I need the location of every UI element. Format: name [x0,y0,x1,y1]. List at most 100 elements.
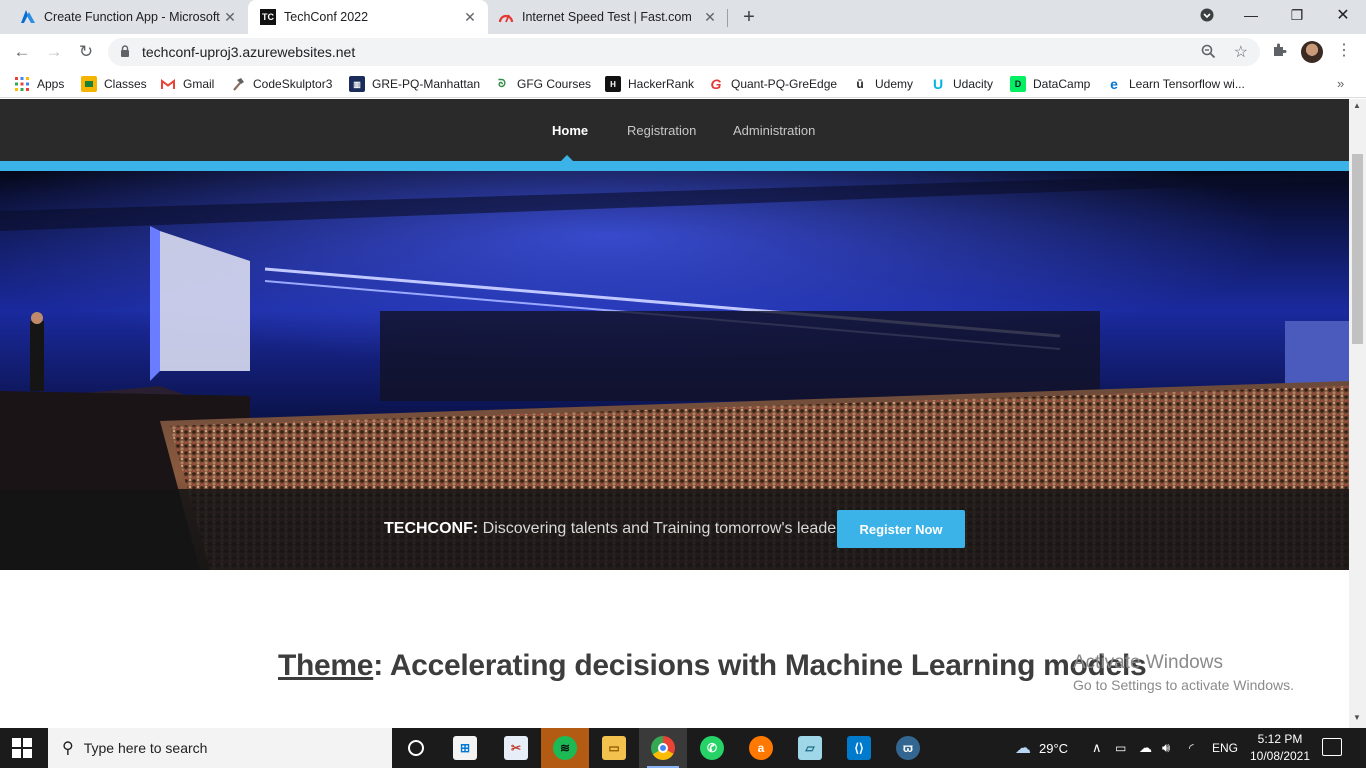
language-indicator[interactable]: ENG [1212,728,1238,768]
page-viewport: Home Registration Administration TECHCON… [0,99,1349,728]
wifi-icon[interactable]: ◜ [1189,728,1194,768]
taskbar-avast[interactable]: a [737,728,785,768]
weather-temp: 29°C [1039,740,1069,756]
tab-title: Create Function App - Microsoft [44,10,220,24]
browser-menu-icon[interactable]: ⋮ [1336,40,1352,60]
zoom-icon[interactable] [1201,44,1216,62]
tray-chevron-icon[interactable]: ∧ [1092,728,1102,768]
extensions-puzzle-icon[interactable] [1272,42,1288,62]
nav-registration[interactable]: Registration [627,123,696,138]
scroll-down-icon[interactable]: ▼ [1353,713,1361,722]
hammer-icon [230,76,246,92]
bookmark-label: DataCamp [1033,77,1091,91]
store-icon: ⊞ [453,736,477,760]
nav-home[interactable]: Home [552,123,588,138]
restore-button[interactable]: ❐ [1274,0,1320,30]
bookmark-gmail[interactable]: Gmail [160,75,214,93]
bookmark-gre-manhattan[interactable]: ▥ GRE-PQ-Manhattan [349,75,480,93]
accent-bar [0,161,1349,171]
scrollbar-thumb[interactable] [1352,154,1363,344]
bookmark-label: Apps [37,77,65,91]
tab-techconf[interactable]: TC TechConf 2022 ✕ [248,0,488,34]
tab-create-function-app[interactable]: Create Function App - Microsoft ✕ [0,0,248,34]
taskbar-snip[interactable]: ✂ [492,728,540,768]
close-tab-icon[interactable]: ✕ [702,9,718,25]
new-tab-button[interactable]: + [737,5,761,29]
windows-start-icon[interactable] [12,738,32,758]
taskbar-clock[interactable]: 5:12 PM 10/08/2021 [1244,731,1316,765]
hero-banner: TECHCONF: Discovering talents and Traini… [0,489,1349,570]
onedrive-cloud-icon[interactable]: ☁ [1139,728,1152,768]
minimize-button[interactable]: — [1228,0,1274,30]
bookmark-label: Udacity [953,77,994,91]
forward-button[interactable]: → [40,38,68,66]
tab-fast-com[interactable]: Internet Speed Test | Fast.com ✕ [488,0,728,34]
taskbar-postgres[interactable]: ϖ [884,728,932,768]
task-view-button[interactable] [392,728,440,768]
close-window-button[interactable]: ✕ [1320,0,1366,30]
bookmarks-overflow-icon[interactable]: » [1337,76,1344,91]
postgres-elephant-icon: ϖ [896,736,920,760]
bookmark-learn-tensorflow[interactable]: e Learn Tensorflow wi... [1106,75,1245,93]
notes-icon: ▱ [798,736,822,760]
bookmark-label: GFG Courses [517,77,592,91]
bookmark-label: Learn Tensorflow wi... [1129,77,1245,91]
bookmark-greedge[interactable]: G Quant-PQ-GreEdge [708,75,838,93]
bookmark-gfg[interactable]: ᘐ GFG Courses [494,75,591,93]
lock-icon[interactable] [120,44,132,60]
bookmark-datacamp[interactable]: D DataCamp [1010,75,1090,93]
bookmark-udemy[interactable]: ū Udemy [852,75,913,93]
bookmark-label: Classes [104,77,147,91]
back-button[interactable]: ← [8,38,36,66]
page-scrollbar[interactable]: ▲ ▼ [1349,99,1366,728]
bookmark-codeskulptor[interactable]: CodeSkulptor3 [230,75,332,93]
volume-icon[interactable]: 🔊︎ [1162,728,1170,768]
register-now-button[interactable]: Register Now [837,510,965,548]
udacity-icon: U [932,76,944,92]
gmail-icon [160,76,176,92]
bookmark-label: Quant-PQ-GreEdge [731,77,838,91]
clock-date: 10/08/2021 [1249,749,1311,763]
bookmark-star-icon[interactable]: ☆ [1234,42,1248,62]
reload-button[interactable]: ↻ [72,38,100,66]
browser-toolbar: ← → ↻ techconf-uproj3.azurewebsites.net … [0,34,1366,70]
bookmark-udacity[interactable]: U Udacity [930,75,993,93]
bookmarks-bar: Apps Classes Gmail CodeSkulptor3 ▥ GRE-P… [0,70,1366,98]
bookmark-apps[interactable]: Apps [14,75,64,93]
taskbar-store[interactable]: ⊞ [441,728,489,768]
taskbar-chrome[interactable] [639,728,687,768]
tab-title: TechConf 2022 [284,10,369,24]
bookmark-label: CodeSkulptor3 [253,77,333,91]
close-tab-icon[interactable]: ✕ [462,9,478,25]
tab-search-icon[interactable] [1184,0,1230,30]
clock-time: 5:12 PM [1257,732,1303,746]
weather-widget[interactable]: ☁ 29°C [1015,728,1068,768]
bookmark-classes[interactable]: Classes [81,75,147,93]
gfg-icon: ᘐ [498,77,506,90]
avast-icon: a [749,736,773,760]
taskbar-spotify[interactable]: ≋ [541,728,589,768]
taskbar-search-box[interactable]: ⚲ Type here to search [48,728,392,768]
brand-name: TECHCONF: [384,520,479,537]
datacamp-icon: D [1010,76,1026,92]
site-navbar: Home Registration Administration [0,99,1349,161]
nav-administration[interactable]: Administration [733,123,815,138]
whatsapp-icon: ✆ [700,736,724,760]
close-tab-icon[interactable]: ✕ [222,9,238,25]
search-placeholder: Type here to search [83,740,208,756]
notification-center-icon[interactable] [1322,738,1342,756]
profile-avatar[interactable] [1301,41,1323,63]
battery-icon[interactable]: ▭ [1115,728,1126,768]
hero-tagline: TECHCONF: Discovering talents and Traini… [384,520,849,538]
taskbar-file-explorer[interactable]: ▭ [590,728,638,768]
vscode-icon: ⟨⟩ [847,736,871,760]
address-bar[interactable]: techconf-uproj3.azurewebsites.net ☆ [108,38,1260,66]
scroll-up-icon[interactable]: ▲ [1353,101,1361,110]
snipping-tool-icon: ✂ [504,736,528,760]
url-text: techconf-uproj3.azurewebsites.net [142,44,356,60]
bookmark-hackerrank[interactable]: H HackerRank [605,75,694,93]
taskbar-vscode[interactable]: ⟨⟩ [835,728,883,768]
taskbar-notes[interactable]: ▱ [786,728,834,768]
taskbar-whatsapp[interactable]: ✆ [688,728,736,768]
theme-heading: Theme: Accelerating decisions with Machi… [278,649,1147,683]
